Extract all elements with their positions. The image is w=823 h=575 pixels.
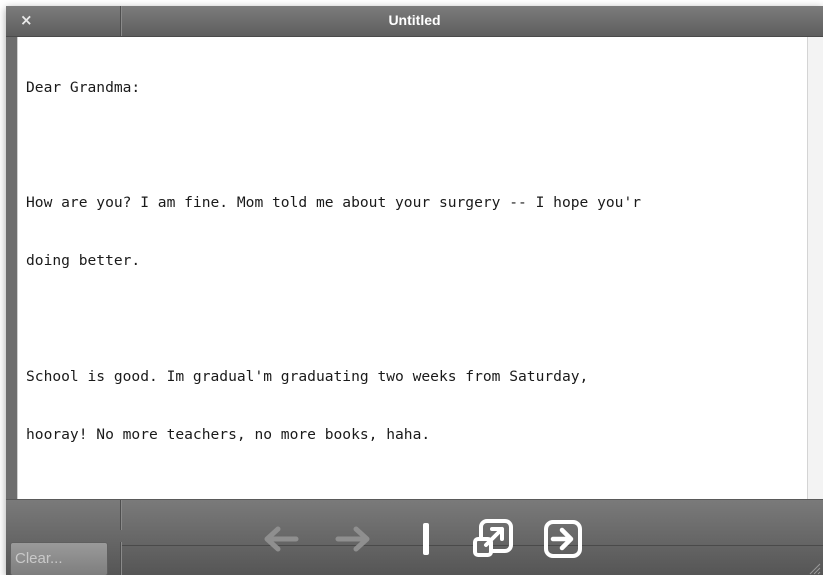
- toolbar-divider: [120, 500, 121, 530]
- title-bar[interactable]: × Untitled: [6, 6, 823, 37]
- bottom-toolbar: Clear...: [6, 499, 823, 575]
- text-editor[interactable]: Dear Grandma: How are you? I am fine. Mo…: [17, 37, 808, 499]
- toolbar-divider: [120, 542, 121, 575]
- back-arrow-icon[interactable]: [258, 519, 302, 559]
- export-icon[interactable]: [542, 519, 586, 559]
- text-line: Dear Grandma:: [26, 78, 141, 96]
- vertical-scrollbar[interactable]: [807, 37, 823, 499]
- forward-arrow-icon[interactable]: [332, 519, 376, 559]
- document-text[interactable]: Dear Grandma: How are you? I am fine. Mo…: [18, 37, 808, 494]
- text-line: hooray! No more teachers, no more books,…: [26, 425, 431, 443]
- clear-button[interactable]: Clear...: [10, 542, 108, 575]
- text-line: doing better.: [26, 252, 141, 270]
- open-external-icon[interactable]: [472, 519, 516, 559]
- text-line: How are you? I am fine. Mom told me abou…: [26, 194, 642, 212]
- editor-window: × Untitled Dear Grandma: How are you? I …: [6, 6, 823, 575]
- text-line: [26, 309, 808, 328]
- text-line: School is good. Im gradual'm graduating …: [26, 368, 589, 386]
- resize-grip-icon[interactable]: [807, 560, 821, 575]
- text-cursor-icon[interactable]: [416, 519, 436, 559]
- text-line: [26, 135, 808, 154]
- window-title: Untitled: [388, 12, 441, 28]
